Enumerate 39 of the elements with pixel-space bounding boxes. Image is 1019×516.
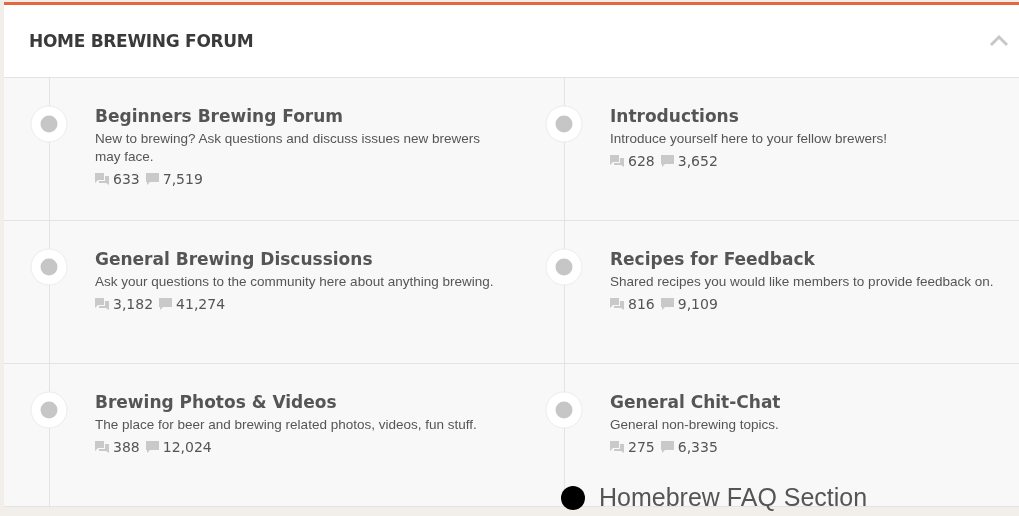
- message-count: 9,109: [677, 296, 718, 312]
- chat-bubbles-icon: [610, 298, 624, 310]
- section-title: HOME BREWING FORUM: [29, 31, 254, 51]
- thread-count: 628: [628, 153, 655, 169]
- forum-description: General non-brewing topics.: [610, 416, 780, 434]
- forum-link[interactable]: General Chit-Chat: [610, 392, 1010, 412]
- forum-description: Shared recipes you would like members to provide feedback on.: [610, 273, 995, 291]
- thread-count: 633: [113, 171, 140, 187]
- message-count: 3,652: [677, 153, 718, 169]
- speech-bubble-icon: [660, 155, 674, 167]
- speech-bubble-icon: [660, 441, 674, 453]
- thread-count: 816: [628, 296, 655, 312]
- speech-bubble-icon: [660, 298, 674, 310]
- speech-bubble-icon: [159, 298, 173, 310]
- message-count: 12,024: [162, 439, 212, 455]
- chat-bubbles-icon: [610, 155, 624, 167]
- collapse-toggle-icon[interactable]: [989, 35, 1009, 47]
- speech-bubble-icon: [145, 441, 159, 453]
- chat-bubbles-icon: [95, 173, 109, 185]
- forum-link[interactable]: General Brewing Discussions: [95, 249, 495, 269]
- thread-count: 388: [113, 439, 140, 455]
- forum-description: New to brewing? Ask questions and discuss issues new brewers may face.: [95, 130, 481, 166]
- forum-link[interactable]: Beginners Brewing Forum: [95, 106, 495, 126]
- message-count: 7,519: [162, 171, 203, 187]
- forum-link[interactable]: Brewing Photos & Videos: [95, 392, 495, 412]
- speech-bubble-icon: [145, 173, 159, 185]
- chat-bubbles-icon: [95, 441, 109, 453]
- chat-bubbles-icon: [95, 298, 109, 310]
- forum-description: Introduce yourself here to your fellow brewers!: [610, 130, 888, 148]
- faq-link[interactable]: Homebrew FAQ Section: [599, 483, 868, 512]
- thread-count: 3,182: [113, 296, 154, 312]
- thread-count: 275: [628, 439, 655, 455]
- forum-description: The place for beer and brewing related photos, videos, fun stuff.: [95, 416, 478, 434]
- chat-bubbles-icon: [610, 441, 624, 453]
- forum-description: Ask your questions to the community here about anything brewing.: [95, 273, 495, 291]
- message-count: 6,335: [677, 439, 718, 455]
- message-count: 41,274: [176, 296, 226, 312]
- forum-link[interactable]: Introductions: [610, 106, 1010, 126]
- forum-link[interactable]: Recipes for Feedback: [610, 249, 1010, 269]
